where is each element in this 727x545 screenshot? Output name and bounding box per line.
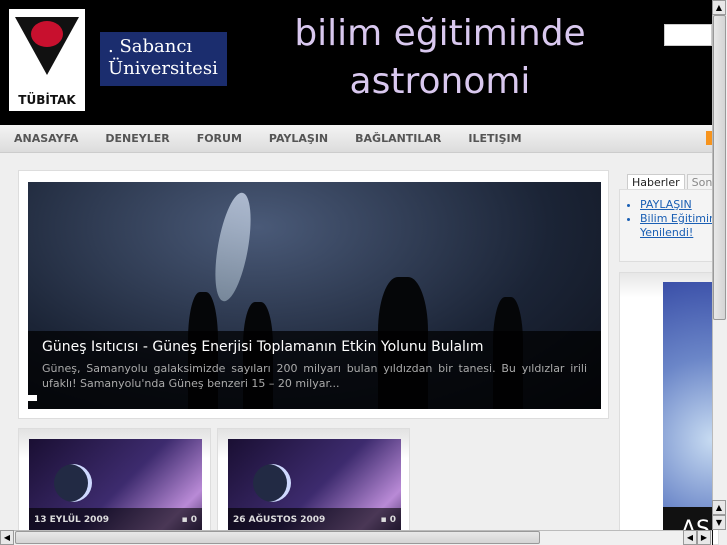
- comment-count[interactable]: ▪ 0: [381, 515, 397, 525]
- main-nav: ANASAYFA DENEYLER FORUM PAYLAŞIN BAĞLANT…: [0, 125, 712, 153]
- post-date: 26 AĞUSTOS 2009: [233, 514, 326, 525]
- post-date: 13 EYLÜL 2009: [34, 514, 109, 525]
- post-card[interactable]: 26 AĞUSTOS 2009 ▪ 0: [217, 428, 410, 545]
- slide-excerpt: Güneş, Samanyolu galaksimizde sayıları 2…: [42, 362, 587, 390]
- sabanci-logo[interactable]: . Sabancı Üniversitesi: [100, 32, 227, 86]
- planet-graphic: [253, 464, 291, 502]
- nav-anasayfa[interactable]: ANASAYFA: [14, 132, 78, 145]
- slide-title[interactable]: Güneş Isıtıcısı - Güneş Enerjisi Toplama…: [42, 339, 587, 355]
- logo-emblem: [31, 21, 63, 47]
- news-list: PAYLAŞIN Bilim Eğitimin Yenilendi!: [619, 189, 719, 262]
- comet-graphic: [208, 190, 258, 304]
- scroll-down-button[interactable]: ▼: [712, 515, 726, 530]
- scroll-right-button[interactable]: ▶: [697, 530, 711, 545]
- scroll-up-button[interactable]: ▲: [712, 0, 726, 15]
- horizontal-scroll-thumb[interactable]: [15, 531, 540, 544]
- scroll-up-button-lower[interactable]: ▲: [712, 500, 726, 515]
- tubitak-logo[interactable]: TÜBİTAK: [9, 9, 85, 111]
- post-card[interactable]: 13 EYLÜL 2009 ▪ 0: [18, 428, 211, 545]
- news-link[interactable]: Bilim Eğitimin Yenilendi!: [640, 212, 718, 240]
- site-title-line1: bilim eğitiminde: [294, 13, 586, 54]
- vertical-scroll-thumb[interactable]: [713, 15, 726, 320]
- planet-graphic: [54, 464, 92, 502]
- nav-baglantilar[interactable]: BAĞLANTILAR: [355, 132, 441, 145]
- nav-iletisim[interactable]: ILETIŞIM: [468, 132, 521, 145]
- site-title-line2: astronomi: [349, 61, 531, 102]
- news-link[interactable]: PAYLAŞIN: [640, 198, 718, 212]
- site-title[interactable]: bilim eğitiminde astronomi: [280, 10, 600, 106]
- slide-caption: Güneş Isıtıcısı - Güneş Enerjisi Toplama…: [28, 331, 601, 409]
- scroll-left-button-right[interactable]: ◀: [683, 530, 697, 545]
- comment-count-value: 0: [190, 514, 197, 525]
- sidebar-tabs: Haberler Son: [627, 171, 719, 191]
- logo-text: TÜBİTAK: [18, 93, 76, 107]
- search-input[interactable]: [664, 24, 712, 46]
- comment-count-value: 0: [389, 514, 396, 525]
- nav-paylasin[interactable]: PAYLAŞIN: [269, 132, 328, 145]
- scroll-left-button[interactable]: ◀: [0, 530, 14, 545]
- ad-banner[interactable]: AS: [663, 282, 713, 545]
- slider-pager-dot[interactable]: [28, 395, 37, 401]
- nav-forum[interactable]: FORUM: [197, 132, 242, 145]
- comment-count[interactable]: ▪ 0: [182, 515, 198, 525]
- nav-deneyler[interactable]: DENEYLER: [105, 132, 169, 145]
